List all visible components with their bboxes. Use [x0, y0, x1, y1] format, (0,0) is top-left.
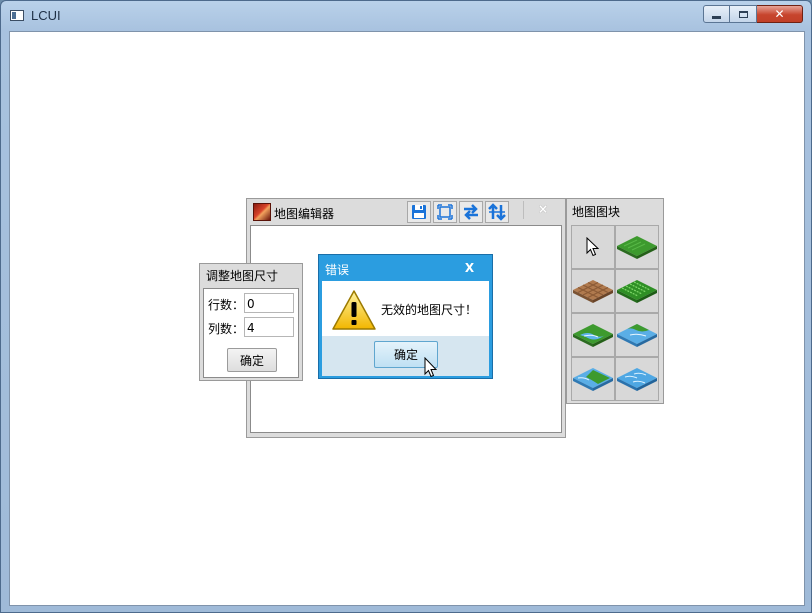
resize-panel-body: 行数： 列数： 确定	[203, 288, 299, 378]
editor-close-button[interactable]: ×	[533, 201, 553, 217]
window-title: LCUI	[31, 8, 61, 23]
resize-panel-title: 调整地图尺寸	[206, 269, 279, 283]
crop-field-tile-icon	[617, 280, 657, 303]
dirt-tile-icon	[573, 280, 613, 303]
editor-logo-icon	[253, 203, 271, 221]
horizontal-flip-icon	[464, 204, 478, 220]
vertical-flip-icon	[488, 203, 506, 221]
water-grass-tile-icon	[617, 324, 657, 347]
water-tile-icon	[617, 368, 657, 391]
grass-tile[interactable]	[615, 225, 659, 269]
save-button[interactable]	[407, 201, 431, 223]
resize-map-panel: 调整地图尺寸 行数： 列数： 确定	[199, 263, 303, 381]
error-dialog-footer: 确定	[322, 336, 489, 376]
mouse-cursor-icon	[424, 357, 438, 378]
grass-water-tile[interactable]	[571, 313, 615, 357]
maximize-icon	[738, 10, 748, 18]
horizontal-flip-button[interactable]	[459, 201, 483, 223]
cols-input[interactable]	[244, 317, 294, 337]
rows-input[interactable]	[244, 293, 294, 313]
maximize-button[interactable]	[730, 5, 757, 23]
water-tile[interactable]	[615, 357, 659, 401]
error-dialog-body: 无效的地图尺寸！	[322, 281, 489, 336]
crop-field-tile[interactable]	[615, 269, 659, 313]
minimize-icon	[712, 15, 721, 19]
error-ok-label: 确定	[393, 348, 418, 362]
water-island-tile[interactable]	[571, 357, 615, 401]
minimize-button[interactable]	[703, 5, 730, 23]
error-dialog-close-button[interactable]: X	[451, 257, 488, 279]
resize-confirm-button[interactable]: 确定	[227, 348, 277, 372]
grass-water-tile-icon	[573, 324, 613, 347]
map-tiles-panel: 地图图块	[566, 198, 664, 404]
window-titlebar[interactable]: LCUI	[1, 1, 811, 31]
pointer-tool[interactable]	[571, 225, 615, 269]
toolbar-separator	[523, 201, 524, 219]
close-icon: ✕	[774, 7, 785, 21]
error-message: 无效的地图尺寸！	[381, 303, 478, 317]
grass-tile-icon	[617, 236, 657, 259]
pointer-icon	[586, 237, 600, 257]
map-editor-title: 地图编辑器	[274, 207, 335, 221]
error-dialog: 错误 X 无效的地图尺寸！ 确定	[318, 254, 493, 379]
tiles-panel-title: 地图图块	[572, 205, 621, 219]
dirt-tile[interactable]	[571, 269, 615, 313]
save-icon	[412, 205, 426, 219]
tile-grid	[571, 225, 659, 401]
water-island-tile-icon	[573, 368, 613, 391]
error-dialog-title: 错误	[325, 263, 350, 277]
fit-frame-button[interactable]	[433, 201, 457, 223]
app-icon	[10, 10, 24, 21]
error-dialog-close-icon: X	[464, 261, 475, 275]
water-grass-tile[interactable]	[615, 313, 659, 357]
warning-icon	[332, 290, 376, 330]
close-window-button[interactable]: ✕	[757, 5, 803, 23]
fit-frame-icon	[437, 204, 453, 220]
vertical-flip-button[interactable]	[485, 201, 509, 223]
resize-confirm-label: 确定	[239, 353, 264, 368]
cols-label: 列数：	[208, 322, 245, 336]
rows-label: 行数：	[208, 298, 245, 312]
